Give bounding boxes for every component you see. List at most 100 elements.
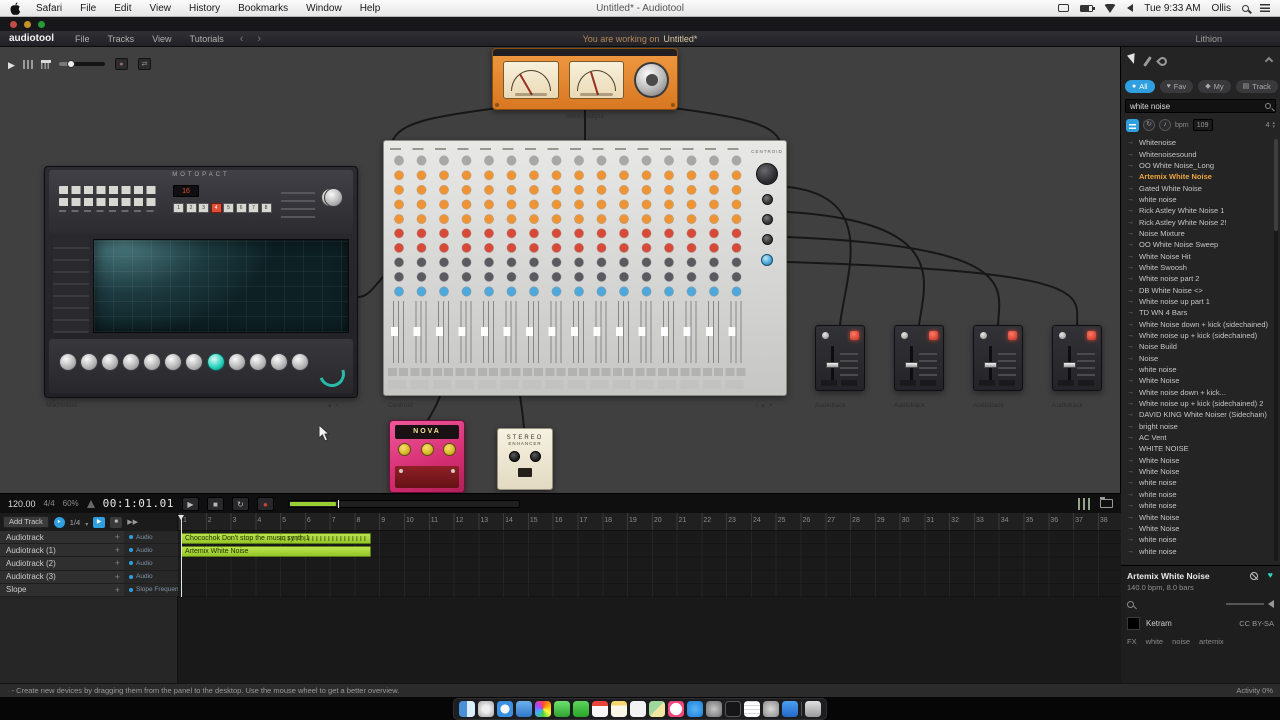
mixer-knob-row[interactable] [388,153,748,168]
block-icon[interactable] [1250,572,1258,580]
dock-app-icon[interactable] [497,701,513,717]
mute-solo-buttons[interactable] [388,368,748,376]
audiotrack-device[interactable] [815,325,865,391]
stop-button[interactable]: ■ [206,496,224,511]
width-knob[interactable] [509,451,520,462]
record-led[interactable] [850,331,859,340]
author-name[interactable]: Ketram [1146,619,1172,628]
menu-item[interactable]: History [180,3,229,14]
parameter-knob[interactable] [164,353,183,371]
bars-value[interactable]: 4 [1266,122,1270,129]
sample-result-row[interactable]: Rick Astley White Noise 1 [1121,205,1280,216]
notification-center-icon[interactable] [1260,4,1270,12]
song-position-display[interactable]: 00:1:01.01 [103,497,174,510]
sample-result-row[interactable]: White Noise [1121,375,1280,386]
menu-item[interactable]: Safari [27,3,71,14]
sample-result-row[interactable]: White Noise Hit [1121,250,1280,261]
minimize-window-button[interactable] [24,21,31,28]
volume-fader[interactable] [826,362,839,368]
gain-knob[interactable] [900,331,909,340]
menu-item[interactable]: View [140,3,180,14]
mix-knob[interactable] [530,451,541,462]
shuffle-amount[interactable]: 60% [63,499,79,508]
menu-item[interactable]: Window [297,3,351,14]
length-display[interactable]: 16 [173,185,199,197]
master-volume-knob[interactable] [634,62,670,98]
mixer-knob-row[interactable] [388,284,748,299]
sample-result-row[interactable]: bright noise [1121,421,1280,432]
parameter-knob[interactable] [290,353,309,371]
spotlight-search-icon[interactable] [1242,4,1249,12]
snap-mode-icon[interactable]: ▸ [53,516,65,528]
volume-icon[interactable] [1127,4,1134,12]
enhancer-switch[interactable] [518,468,532,477]
audio-clip[interactable]: Artemix White Noise [181,545,371,557]
filter-list-icon[interactable] [1126,118,1139,132]
gain-knob[interactable] [979,331,988,340]
fast-forward-icon[interactable]: ▶▶ [127,518,138,526]
track-type-badge[interactable]: Audio [124,557,178,570]
track-row[interactable]: Audiotrack Audio [0,531,178,545]
sample-result-row[interactable]: White noise part 2 [1121,273,1280,284]
track-row[interactable]: Slope Slope Frequency [0,583,178,597]
mixer-faders[interactable] [388,301,748,363]
balance-knob[interactable] [324,188,343,207]
close-window-button[interactable] [10,21,17,28]
add-region-button[interactable] [115,532,124,542]
sample-result-row[interactable]: white noise [1121,500,1280,511]
record-led[interactable] [1087,331,1096,340]
level-knob[interactable] [443,443,456,456]
aux-knob-2[interactable] [761,214,773,225]
sample-result-row[interactable]: DAVID KING White Noiser (Sidechain) [1121,409,1280,420]
timeline-stop-button[interactable]: ■ [110,516,123,528]
parameter-knob[interactable] [101,353,120,371]
mixer-knob-row[interactable] [388,225,748,256]
sample-result-row[interactable]: white noise [1121,489,1280,500]
browser-folder-icon[interactable] [1100,497,1113,508]
sample-result-row[interactable]: White Noise [1121,466,1280,477]
record-led[interactable] [1008,331,1017,340]
dock-app-icon[interactable] [459,701,475,717]
battery-icon[interactable] [1080,4,1096,12]
sequencer-screen[interactable] [93,239,349,333]
sample-result-row[interactable]: Gated White Noise [1121,182,1280,193]
volume-fader[interactable] [984,362,997,368]
tone-knob[interactable] [420,443,434,456]
tag[interactable]: FX [1127,637,1137,646]
browser-tab[interactable]: ● All [1125,79,1155,93]
time-signature[interactable]: 4/4 [44,499,55,508]
dock-app-icon[interactable] [763,701,779,717]
dock-app-icon[interactable] [611,701,627,717]
arrangement-grid[interactable]: Chocochok Don't stop the music synth 1 A… [178,531,1121,597]
display-icon[interactable] [1058,4,1070,12]
favorite-heart-icon[interactable]: ♥ [1268,570,1273,580]
preview-loop-icon[interactable] [1127,600,1134,608]
device-info-icon[interactable] [756,402,757,410]
dock-app-icon[interactable] [744,701,760,717]
sample-result-row[interactable]: White noise down + kick... [1121,387,1280,398]
parameter-knob[interactable] [122,353,141,371]
volume-fader[interactable] [905,362,918,368]
parameter-knob[interactable] [143,353,162,371]
sample-result-row[interactable]: White Noise down + kick (sidechained) [1121,319,1280,330]
app-menu-item[interactable]: Tracks [99,34,144,44]
track-type-badge[interactable]: Audio [124,570,178,583]
play-button[interactable]: ▶ [181,496,199,511]
undo-button[interactable]: ‹ [233,33,251,45]
preview-volume-slider[interactable] [1226,603,1264,605]
browser-tab[interactable]: ◆ My [1198,79,1231,93]
metronome-icon[interactable] [86,499,95,508]
sample-result-row[interactable]: Whitenoisesound [1121,148,1280,159]
app-menu-item[interactable]: View [143,34,180,44]
centroid-mixer-device[interactable]: CENTROID [383,140,787,396]
add-region-button[interactable] [115,572,124,582]
browser-tab[interactable]: ♥ Fav [1159,79,1194,93]
add-region-button[interactable] [115,545,124,555]
sample-result-row[interactable]: AC Vent [1121,432,1280,443]
license-label[interactable]: CC BY-SA [1239,619,1274,628]
sample-result-row[interactable]: Noise [1121,353,1280,364]
sample-result-row[interactable]: White Noise [1121,523,1280,534]
mixer-knob-row[interactable] [388,167,748,226]
apple-icon[interactable] [10,1,21,15]
parameter-knob[interactable] [269,353,288,371]
